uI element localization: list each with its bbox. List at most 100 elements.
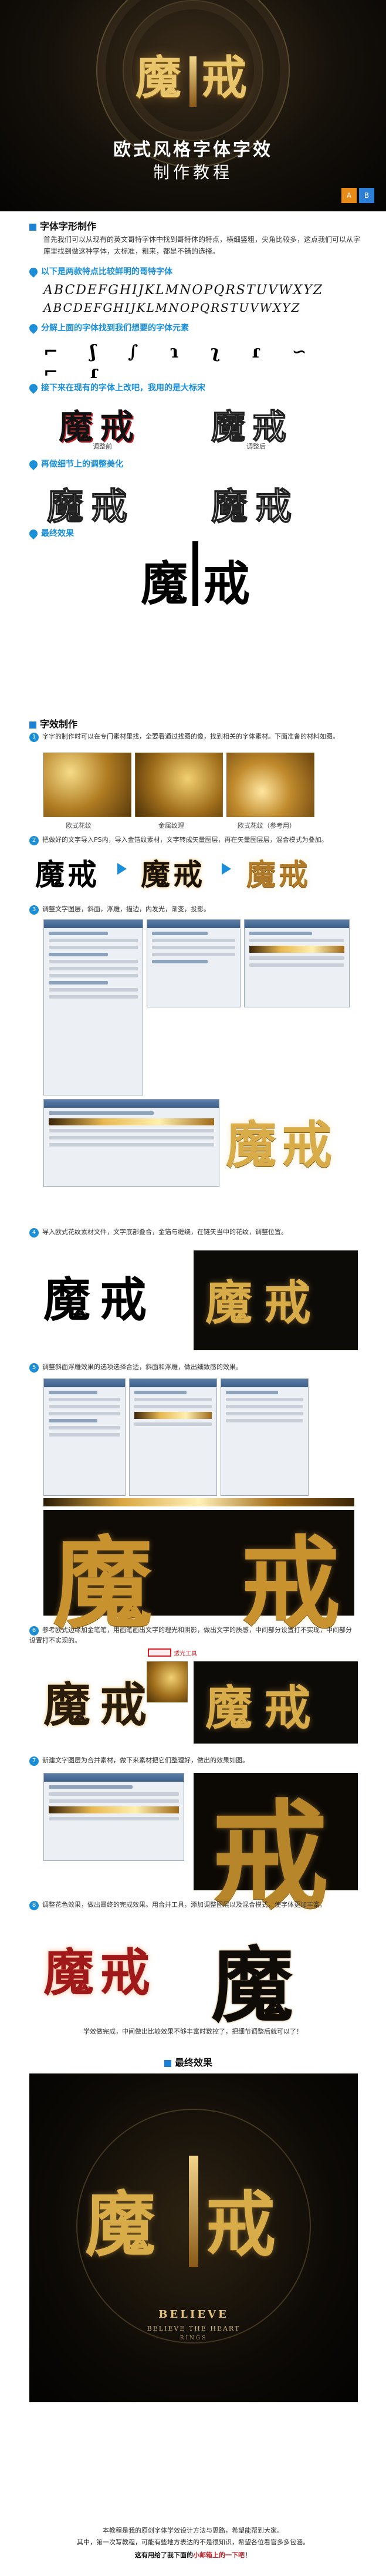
step2-glyph-c-right: 戒: [279, 857, 308, 892]
section-marker-icon: [29, 223, 36, 231]
step-number-icon: 7: [29, 1756, 39, 1766]
footer-line-3: 这有用给了我下面的小邮箱上的一下吧！: [135, 2551, 251, 2559]
step4-gold-right: 戒: [264, 1275, 311, 1330]
step2-glyph-a-right: 戒: [67, 857, 97, 892]
intro-paragraph: 首先我们可以从现有的英文哥特字体中找到哥特体的特点，横细竖粗，尖角比较多，这点我…: [43, 235, 361, 255]
step4-glyph-right: 戒: [100, 1272, 147, 1327]
refine-a-right: 戒: [90, 484, 128, 528]
final-showcase: 魔 戒 BELIEVE BELIEVE THE HEART RINGS: [29, 2073, 358, 2402]
hero-subtitle: 制作教程: [153, 163, 233, 182]
gothic-sample-1: ABCDEFGHIJKLMNOPQRSTUVWXYZ: [43, 283, 324, 298]
bullet-modify-font: 接下来在现有的字体上改吧，我用的是大标宋: [28, 382, 205, 394]
step6-glyph-left: 魔: [43, 1677, 90, 1732]
hero-logo-sword: [189, 56, 197, 107]
step-4: 4 导入欧式花纹素材文件，文字底部叠合，金箔与缠绕，在链矢当中的花纹，调整位置。: [29, 1227, 358, 1238]
layer-style-panel-d: [43, 1099, 219, 1187]
step-number-icon: 6: [29, 1626, 39, 1636]
hero-title: 欧式风格字体字效: [113, 140, 273, 160]
page: 魔戒 欧式风格字体字效 制作教程 A B 字体字形制作 首先我们可以从现有的英文…: [0, 0, 386, 2576]
final-logo-left: 魔: [85, 2183, 155, 2266]
step4-glyph-left: 魔: [43, 1272, 90, 1327]
step-number-icon: 3: [29, 905, 39, 915]
final-glyph-right: 戒: [203, 556, 250, 611]
caption-texture-1: 欧式花纹: [66, 822, 92, 830]
step6-gold-right: 戒: [264, 1680, 311, 1735]
drop-icon: [28, 528, 39, 540]
refine-b-left: 魔: [211, 484, 248, 528]
step2-glyph-b-right: 戒: [173, 857, 202, 892]
texture-metal: [135, 753, 223, 817]
texture-pattern: [43, 753, 131, 817]
footer-highlight[interactable]: 小邮箱上的一下吧: [193, 2551, 245, 2559]
step-number-icon: 2: [29, 836, 39, 845]
layer-style-panel-a: [43, 919, 143, 1095]
final-glyph-sword: [192, 541, 198, 606]
drop-icon: [28, 266, 39, 278]
note-line: 学效做完成，中间做出比较效果不够丰富时数控了，把细节调整后就可以了！: [83, 2028, 303, 2035]
layer-style-panel-g: [221, 1378, 309, 1496]
layer-style-panel-b: [147, 919, 241, 1007]
drop-icon: [28, 382, 39, 394]
arrow-right-icon: [222, 863, 231, 875]
caption-before: 调整前: [93, 443, 112, 450]
glyph-elements-row: ⌐ ʃ ∫ ɿ ʅ ɾ ∽ ⌐ ɾ: [43, 342, 320, 383]
step-6: 6 参考欧式边缘加金笔笔，用画笔画出文字的理光和阴影，做出文字的质感，中间部分设置…: [29, 1626, 352, 1644]
hero-banner: 魔戒 欧式风格字体字效 制作教程 A B: [0, 0, 386, 211]
bullet-gothic-fonts: 以下是两款特点比较鲜明的哥特字体: [28, 265, 172, 278]
corner-button-a[interactable]: A: [341, 188, 357, 203]
step8-red-left: 魔: [43, 1943, 94, 2002]
step-1: 1 字字的制作时可以在专门素材里找，全要看通过找图的像，找到相关的字体素材。下面准…: [29, 731, 358, 742]
bullet-final-glyph: 最终效果: [28, 527, 74, 540]
step-2: 2 把做好的文字导入PS内，导入金箔纹素材，文字转成矢量图层，再在矢量图层层，混合…: [29, 835, 358, 845]
step2-glyph-a-left: 魔: [35, 857, 65, 892]
step6-glyph-right: 戒: [100, 1677, 147, 1732]
final-en-line: BELIEVE THE HEART: [147, 2325, 241, 2332]
step3-result-left: 魔: [226, 1115, 276, 1175]
section-marker-icon: [164, 2059, 171, 2067]
final-en-small: RINGS: [180, 2335, 208, 2341]
drop-icon: [28, 458, 39, 470]
step-3: 3 调整文字图层，斜面，浮雕，描边，内发光，渐变，投影。: [29, 904, 358, 915]
tool-highlight-label: 透光工具: [174, 1651, 197, 1657]
glyph-before-left: 魔: [59, 407, 93, 447]
section-heading-effect: 字效制作: [29, 716, 77, 730]
final-logo-sword: [189, 2156, 198, 2267]
hero-logo-right: 戒: [201, 51, 251, 104]
final-logo-right: 戒: [205, 2183, 276, 2266]
step4-gold-left: 魔: [205, 1275, 252, 1330]
step2-glyph-b-left: 魔: [141, 857, 170, 892]
layer-style-panel-h: [43, 1773, 184, 1861]
arrow-right-icon: [117, 863, 127, 875]
corner-button-b[interactable]: B: [359, 188, 374, 203]
step-number-icon: 1: [29, 733, 39, 742]
step8-red-right: 戒: [100, 1943, 150, 2002]
footer-line-2: 其中，第一次写教程，可能有些地方表达的不是很知识，希望各位看官多多包涵。: [77, 2538, 309, 2546]
section-heading-final: 最终效果: [164, 2055, 212, 2069]
caption-texture-2: 金属纹理: [158, 822, 184, 830]
layer-style-panel-f: [129, 1378, 217, 1496]
step6-texture-swatch: [147, 1661, 188, 1702]
bullet-decompose: 分解上面的字体找到我们想要的字体元素: [28, 322, 189, 334]
section-heading-glyph: 字体字形制作: [29, 218, 96, 232]
final-glyph-left: 魔: [141, 556, 188, 611]
texture-reference: [226, 753, 314, 817]
caption-after: 调整后: [246, 443, 266, 450]
final-en-title: BELIEVE: [158, 2308, 229, 2321]
refine-b-right: 戒: [255, 484, 292, 528]
step-number-icon: 4: [29, 1228, 39, 1238]
tool-highlight-box: [148, 1648, 171, 1657]
drop-icon: [28, 322, 39, 334]
step6-gold-left: 魔: [205, 1680, 252, 1735]
glyph-outline-left: 魔: [211, 406, 246, 447]
hero-logo-left: 魔: [135, 51, 185, 104]
step-8: 8 调整花色效果，做出最终的完成效果。用合并工具，添加调整图层以及混合模式，使字体…: [29, 1900, 358, 1910]
section-marker-icon: [29, 721, 36, 729]
footer-line-1: 本教程是我的原创字体学效设计方法与思路，希望能帮到大家。: [103, 2527, 283, 2534]
bullet-refine: 再做细节上的调整美化: [28, 458, 123, 470]
step-number-icon: 8: [29, 1901, 39, 1910]
gothic-sample-2: ABCDEFGHIJKLMNOPQRSTUVWXYZ: [43, 301, 301, 315]
caption-texture-3: 欧式花纹（参考用）: [238, 822, 296, 830]
step-5: 5 调整斜面浮雕效果的选项选择合适，斜面和浮雕，做出细致感的效果。: [29, 1362, 358, 1373]
layer-style-panel-e: [43, 1378, 126, 1496]
step3-result-right: 戒: [282, 1115, 332, 1175]
